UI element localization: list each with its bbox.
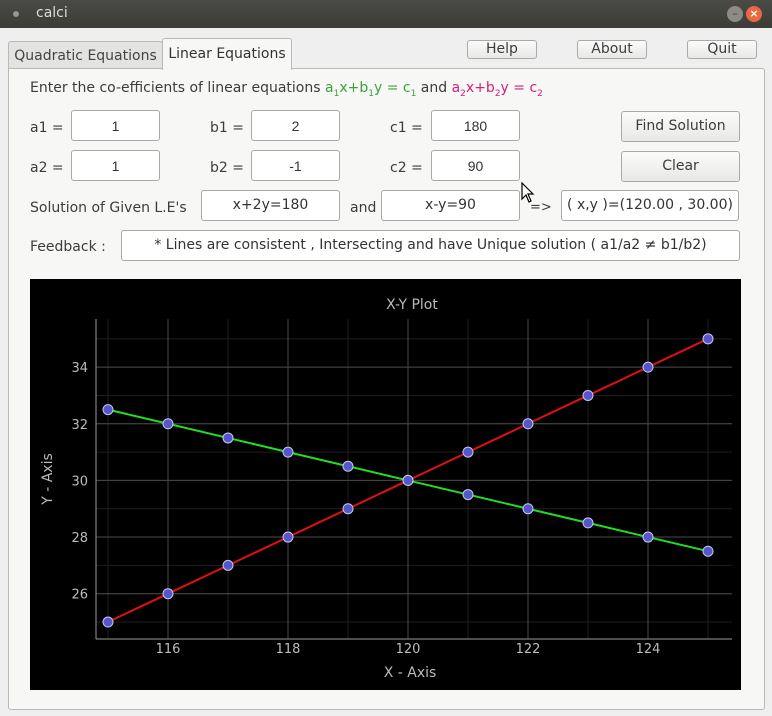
data-point xyxy=(702,545,714,557)
y-tick-label: 30 xyxy=(71,474,88,489)
chart-title: X-Y Plot xyxy=(386,297,438,313)
y-axis-label: Y - Axis xyxy=(40,453,56,506)
x-tick-label: 122 xyxy=(516,642,541,657)
find-solution-button[interactable]: Find Solution xyxy=(621,111,740,142)
clear-button[interactable]: Clear xyxy=(621,151,740,182)
data-point xyxy=(162,418,174,430)
data-point xyxy=(642,531,654,543)
x-tick-label: 120 xyxy=(396,642,421,657)
data-point xyxy=(702,333,714,345)
xy-plot-svg: 116 118 120 122 124 26 28 30 32 34 X-Y Plot X - A… xyxy=(40,297,732,681)
data-point xyxy=(522,418,534,430)
c1-label: c1 = xyxy=(390,120,423,136)
feedback-label: Feedback : xyxy=(30,239,106,255)
a1-label: a1 = xyxy=(30,120,64,136)
data-point xyxy=(522,503,534,515)
data-point xyxy=(342,460,354,472)
b1-label: b1 = xyxy=(210,120,244,136)
data-point xyxy=(342,503,354,515)
c1-input[interactable] xyxy=(431,110,520,141)
quit-button[interactable]: Quit xyxy=(687,40,757,59)
a2-label: a2 = xyxy=(30,160,64,176)
about-button[interactable]: About xyxy=(577,40,647,59)
x-tick-label: 116 xyxy=(156,642,181,657)
equation-1-template: a1x+b1y = c1 xyxy=(325,80,417,99)
instruction-text: Enter the co-efficients of linear equati… xyxy=(30,80,543,99)
close-icon[interactable]: × xyxy=(746,6,762,22)
xy-plot: 116 118 120 122 124 26 28 30 32 34 X-Y Plot X - A… xyxy=(30,279,741,690)
feedback-text: * Lines are consistent , Intersecting an… xyxy=(121,230,740,261)
solution-result: ( x,y )=(120.00 , 30.00) xyxy=(561,190,739,221)
data-point xyxy=(582,517,594,529)
data-point xyxy=(102,404,114,416)
minimize-icon[interactable]: – xyxy=(727,6,743,22)
data-point xyxy=(102,616,114,628)
x-tick-label: 124 xyxy=(636,642,661,657)
data-point xyxy=(282,446,294,458)
a2-input[interactable] xyxy=(71,150,160,181)
data-point xyxy=(222,559,234,571)
y-tick-label: 28 xyxy=(71,531,88,546)
data-point xyxy=(642,361,654,373)
data-point xyxy=(462,446,474,458)
b2-label: b2 = xyxy=(210,160,244,176)
solution-and: and xyxy=(350,200,377,216)
y-tick-label: 34 xyxy=(71,361,88,376)
title-bar: calci – × xyxy=(0,0,772,28)
solution-equation-1: x+2y=180 xyxy=(201,190,340,221)
tab-quadratic-equations[interactable]: Quadratic Equations xyxy=(8,41,163,70)
x-axis-label: X - Axis xyxy=(384,665,437,681)
b1-input[interactable] xyxy=(251,110,340,141)
implies-arrow: => xyxy=(530,200,552,215)
data-point xyxy=(282,531,294,543)
equation-2-template: a2x+b2y = c2 xyxy=(451,80,543,99)
data-point xyxy=(402,474,414,486)
window-title: calci xyxy=(36,5,68,21)
x-tick-label: 118 xyxy=(276,642,301,657)
data-point xyxy=(162,588,174,600)
help-button[interactable]: Help xyxy=(467,40,537,59)
data-point xyxy=(582,389,594,401)
data-point xyxy=(222,432,234,444)
a1-input[interactable] xyxy=(71,110,160,141)
b2-input[interactable] xyxy=(251,150,340,181)
c2-input[interactable] xyxy=(431,150,520,181)
y-tick-label: 32 xyxy=(71,418,88,433)
tab-linear-equations[interactable]: Linear Equations xyxy=(162,38,292,70)
y-tick-label: 26 xyxy=(71,588,88,603)
solution-equation-2: x-y=90 xyxy=(381,190,520,221)
c2-label: c2 = xyxy=(390,160,423,176)
solution-label: Solution of Given L.E's xyxy=(30,200,187,216)
window-menu-icon[interactable] xyxy=(13,11,19,17)
data-point xyxy=(462,489,474,501)
